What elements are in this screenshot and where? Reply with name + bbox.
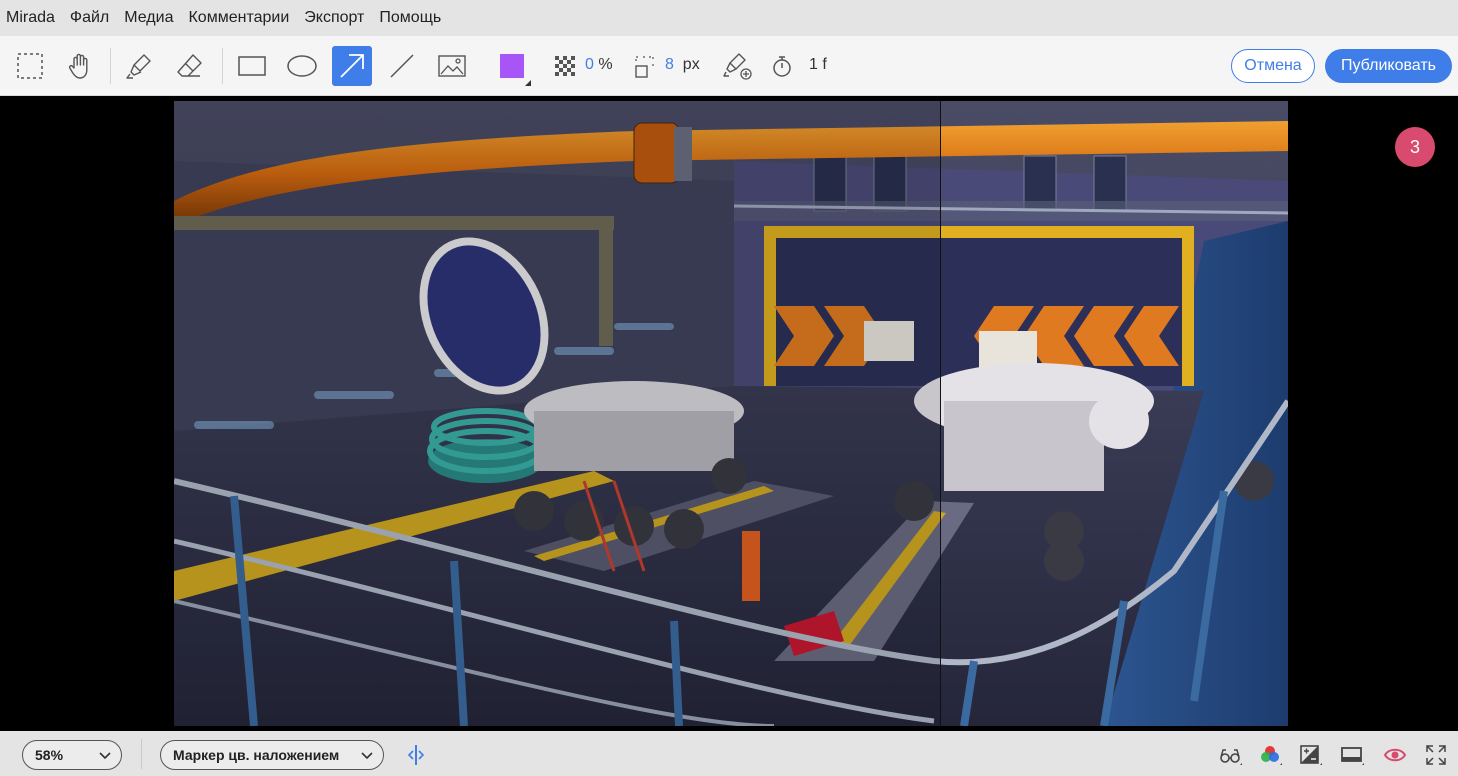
highlighter-tool[interactable] [120, 46, 160, 86]
rgb-channels-icon [1261, 746, 1282, 765]
color-channels-button[interactable] [1258, 743, 1282, 767]
eye-icon [1383, 748, 1407, 762]
menu-bar: Mirada Файл Медиа Комментарии Экспорт По… [0, 0, 1458, 36]
menu-file[interactable]: Файл [70, 9, 109, 27]
annotation-count-badge[interactable]: 3 [1395, 127, 1435, 167]
wipe-split-icon [407, 745, 425, 765]
display-mode-button[interactable] [1340, 743, 1364, 767]
marquee-select-tool[interactable] [10, 46, 50, 86]
stereo-view-button[interactable] [1218, 743, 1242, 767]
opacity-tool[interactable] [545, 46, 585, 86]
zoom-select[interactable]: 58% [22, 740, 122, 770]
arrow-icon [340, 54, 364, 78]
monitor-icon [1341, 747, 1364, 765]
show-annotations-button[interactable] [1383, 743, 1407, 767]
wipe-divider[interactable] [940, 101, 942, 726]
status-bar: 58% Маркер цв. наложением [0, 731, 1458, 776]
highlighter-icon [126, 54, 151, 79]
ellipse-tool[interactable] [282, 46, 322, 86]
color-dropdown-indicator [525, 80, 531, 86]
fullscreen-icon [1426, 745, 1446, 765]
cancel-button[interactable]: Отмена [1231, 49, 1315, 83]
stroke-width-tool[interactable] [625, 46, 665, 86]
frame-image[interactable] [174, 101, 1288, 726]
menu-media[interactable]: Медиа [124, 9, 173, 27]
menu-help[interactable]: Помощь [379, 9, 441, 27]
checkerboard-icon [555, 56, 575, 76]
stroke-width-readout[interactable]: 8 px [665, 56, 700, 74]
arrow-tool[interactable] [332, 46, 372, 86]
exposure-button[interactable] [1298, 743, 1322, 767]
fullscreen-button[interactable] [1424, 743, 1448, 767]
stroke-width-unit: px [682, 56, 700, 73]
image-icon [438, 55, 466, 77]
duration-readout[interactable]: 1 f [809, 56, 827, 74]
opacity-value: 0 [585, 56, 594, 73]
rectangle-tool[interactable] [232, 46, 272, 86]
chevron-down-icon [99, 752, 111, 760]
media-viewer[interactable]: 3 [0, 97, 1458, 731]
zoom-value: 58% [35, 747, 64, 763]
annotation-toolbar: 0 % 8 px 1 f Отмена Публиковать [0, 36, 1458, 96]
image-tool[interactable] [432, 46, 472, 86]
publish-button[interactable]: Публиковать [1325, 49, 1452, 83]
stroke-width-icon [635, 56, 654, 78]
rectangle-icon [238, 56, 266, 76]
hangar-scene [174, 101, 1288, 726]
hand-pan-tool[interactable] [60, 46, 100, 86]
line-icon [390, 54, 414, 78]
exposure-icon [1300, 745, 1322, 765]
stopwatch-icon [773, 56, 791, 77]
compare-mode-select[interactable]: Маркер цв. наложением [160, 740, 384, 770]
ellipse-icon [287, 55, 317, 77]
glasses-icon [1220, 749, 1242, 765]
menu-export[interactable]: Экспорт [304, 9, 364, 27]
duration-tool[interactable] [762, 46, 802, 86]
line-tool[interactable] [382, 46, 422, 86]
compare-mode-value: Маркер цв. наложением [173, 747, 340, 763]
opacity-unit: % [598, 56, 613, 73]
chevron-down-icon [361, 752, 373, 760]
add-highlighter-icon [723, 53, 752, 80]
menu-mirada[interactable]: Mirada [6, 9, 55, 27]
add-highlighter-tool[interactable] [718, 46, 758, 86]
stroke-width-value: 8 [665, 56, 674, 73]
menu-comments[interactable]: Комментарии [188, 9, 289, 27]
eraser-tool[interactable] [170, 46, 210, 86]
eraser-icon [177, 54, 202, 77]
opacity-readout[interactable]: 0 % [585, 56, 613, 74]
color-swatch[interactable] [500, 54, 524, 78]
marquee-select-icon [17, 53, 43, 79]
wipe-split-button[interactable] [404, 743, 428, 767]
hand-pan-icon [68, 53, 88, 79]
